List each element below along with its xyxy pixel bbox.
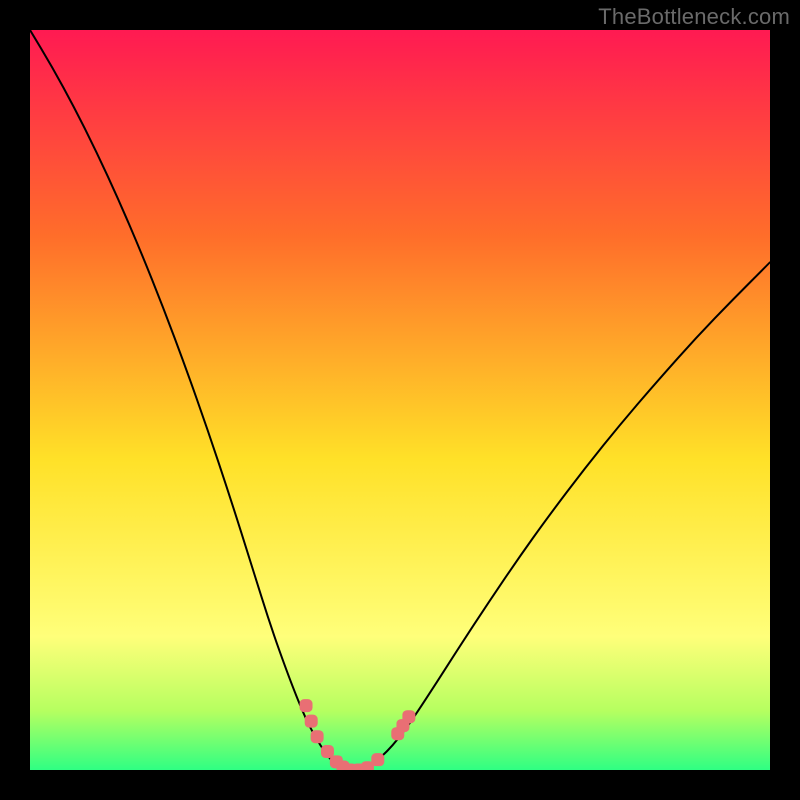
marker-dot bbox=[371, 753, 384, 766]
marker-dot bbox=[402, 710, 415, 723]
chart-frame: TheBottleneck.com bbox=[0, 0, 800, 800]
gradient-background bbox=[30, 30, 770, 770]
chart-svg bbox=[30, 30, 770, 770]
marker-dot bbox=[311, 730, 324, 743]
marker-dot bbox=[305, 715, 318, 728]
marker-dot bbox=[300, 699, 313, 712]
plot-area bbox=[30, 30, 770, 770]
watermark-text: TheBottleneck.com bbox=[598, 4, 790, 30]
